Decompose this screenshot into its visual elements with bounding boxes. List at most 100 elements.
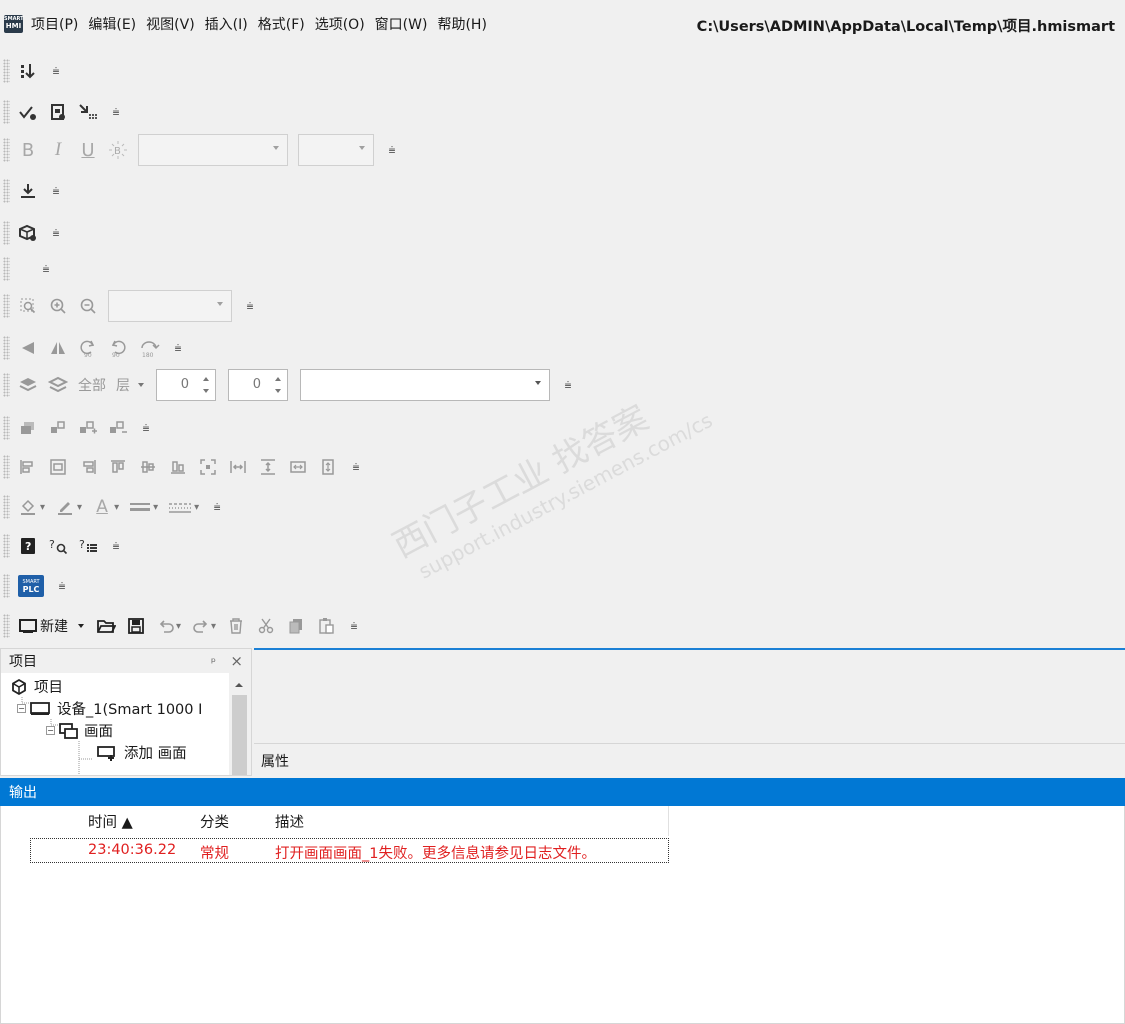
tree-node-screens[interactable]: − 画面 [46, 720, 113, 741]
toolbar-overflow-button[interactable]: ⩧ [50, 64, 62, 79]
align-middle-icon[interactable] [138, 455, 158, 479]
toolbar-overflow-button[interactable]: ⩧ [211, 500, 223, 515]
collapse-toggle[interactable]: − [46, 726, 55, 735]
toolbar-overflow-button[interactable]: ⩧ [50, 226, 62, 241]
layer-to-spinner[interactable]: 0 [228, 369, 288, 401]
all-layers-button[interactable]: 全部 [78, 375, 106, 395]
toolbar-grip[interactable] [3, 455, 10, 479]
simulator-icon[interactable] [18, 221, 38, 245]
toolbar-grip[interactable] [3, 495, 10, 519]
toolbar-overflow-button[interactable]: ⩧ [110, 105, 122, 120]
smart-plc-logo-icon[interactable]: SMART PLC [18, 575, 44, 597]
layer-down-icon[interactable] [48, 373, 68, 397]
remove-from-group-icon[interactable] [108, 416, 128, 440]
font-color-button[interactable]: A [92, 495, 112, 519]
menu-window[interactable]: 窗口(W) [375, 14, 428, 34]
menu-options[interactable]: 选项(O) [315, 14, 365, 34]
align-left-icon[interactable] [18, 455, 38, 479]
tree-node-device[interactable]: − 设备_1(Smart 1000 I [17, 698, 202, 719]
line-style-dropdown-arrow[interactable]: ▾ [194, 502, 199, 513]
line-style-icon[interactable] [168, 495, 192, 519]
toolbar-overflow-button[interactable]: ⩧ [40, 262, 52, 277]
collapse-toggle[interactable]: − [17, 704, 26, 713]
group-icon[interactable] [48, 416, 68, 440]
redo-dropdown-arrow[interactable]: ▾ [211, 621, 216, 632]
check-consistency-icon[interactable] [18, 100, 38, 124]
toolbar-grip[interactable] [3, 574, 10, 598]
fill-color-icon[interactable] [18, 495, 38, 519]
center-in-area-icon[interactable] [198, 455, 218, 479]
compile-icon[interactable] [48, 100, 68, 124]
line-width-dropdown-arrow[interactable]: ▾ [153, 502, 158, 513]
layer-select[interactable] [300, 369, 550, 401]
toolbar-overflow-button[interactable]: ⩧ [56, 579, 68, 594]
underline-button[interactable]: U [78, 138, 98, 162]
rotate-left-90-icon[interactable]: 90 [78, 336, 98, 360]
new-button[interactable]: 新建 [40, 616, 68, 636]
undo-dropdown-arrow[interactable]: ▾ [176, 621, 181, 632]
copy-icon[interactable] [286, 614, 306, 638]
zoom-in-icon[interactable] [48, 294, 68, 318]
new-dropdown-arrow-icon[interactable] [76, 614, 86, 638]
toolbar-grip[interactable] [3, 373, 10, 397]
toolbar-grip[interactable] [3, 59, 10, 83]
align-right-icon[interactable] [78, 455, 98, 479]
delete-icon[interactable] [226, 614, 246, 638]
toolbar-grip[interactable] [3, 100, 10, 124]
close-icon[interactable]: × [230, 652, 243, 670]
toolbar-grip[interactable] [3, 416, 10, 440]
layer-up-icon[interactable] [18, 373, 38, 397]
toolbar-grip[interactable] [3, 179, 10, 203]
rotate-right-90-icon[interactable]: 90 [108, 336, 128, 360]
download-icon[interactable] [18, 179, 38, 203]
menu-insert[interactable]: 插入(I) [205, 14, 248, 34]
undo-icon[interactable] [156, 614, 176, 638]
same-width-icon[interactable] [288, 455, 308, 479]
flip-vertical-icon[interactable] [18, 336, 38, 360]
zoom-selection-icon[interactable] [18, 294, 38, 318]
paste-icon[interactable] [316, 614, 336, 638]
save-icon[interactable] [126, 614, 146, 638]
redo-icon[interactable] [191, 614, 211, 638]
project-tree-scrollbar[interactable] [229, 673, 251, 775]
toolbar-grip[interactable] [3, 294, 10, 318]
toolbar-overflow-button[interactable]: ⩧ [140, 421, 152, 436]
toolbar-overflow-button[interactable]: ⩧ [172, 341, 184, 356]
help-book-icon[interactable]: ? [18, 534, 38, 558]
align-center-icon[interactable] [48, 455, 68, 479]
help-search-icon[interactable]: ? [48, 534, 68, 558]
scrollbar-thumb[interactable] [232, 695, 247, 775]
toolbar-overflow-button[interactable]: ⩧ [244, 299, 256, 314]
toolbar-grip[interactable] [3, 534, 10, 558]
column-header-description[interactable]: 描述 [275, 811, 304, 832]
menu-help[interactable]: 帮助(H) [437, 14, 486, 34]
menu-project[interactable]: 项目(P) [31, 14, 78, 34]
layer-button[interactable]: 层 [116, 375, 130, 395]
output-row[interactable]: 23:40:36.22 常规 打开画面画面_1失败。更多信息请参见日志文件。 [30, 838, 669, 863]
toolbar-grip[interactable] [3, 221, 10, 245]
italic-button[interactable]: I [48, 138, 68, 162]
toolbar-grip[interactable] [3, 257, 10, 281]
column-header-time[interactable]: 时间 ▲ [88, 811, 133, 832]
font-color-dropdown-arrow[interactable]: ▾ [114, 502, 119, 513]
line-width-icon[interactable] [129, 495, 151, 519]
font-family-select[interactable] [138, 134, 288, 166]
same-height-icon[interactable] [318, 455, 338, 479]
download-matrix-icon[interactable] [78, 100, 98, 124]
menu-format[interactable]: 格式(F) [258, 14, 305, 34]
font-size-select[interactable] [298, 134, 374, 166]
line-color-dropdown-arrow[interactable]: ▾ [77, 502, 82, 513]
add-to-group-icon[interactable] [78, 416, 98, 440]
distribute-vertical-icon[interactable] [258, 455, 278, 479]
sort-icon[interactable] [18, 59, 38, 83]
toolbar-overflow-button[interactable]: ⩧ [386, 143, 398, 158]
distribute-horizontal-icon[interactable] [228, 455, 248, 479]
toolbar-overflow-button[interactable]: ⩧ [562, 378, 574, 393]
tree-node-add-screen[interactable]: 添加 画面 [96, 742, 187, 763]
pin-icon[interactable]: ᵖ [211, 655, 216, 669]
align-top-icon[interactable] [108, 455, 128, 479]
rotate-180-icon[interactable]: 180 [138, 336, 160, 360]
menu-view[interactable]: 视图(V) [146, 14, 195, 34]
toolbar-grip[interactable] [3, 138, 10, 162]
menu-edit[interactable]: 编辑(E) [88, 14, 136, 34]
